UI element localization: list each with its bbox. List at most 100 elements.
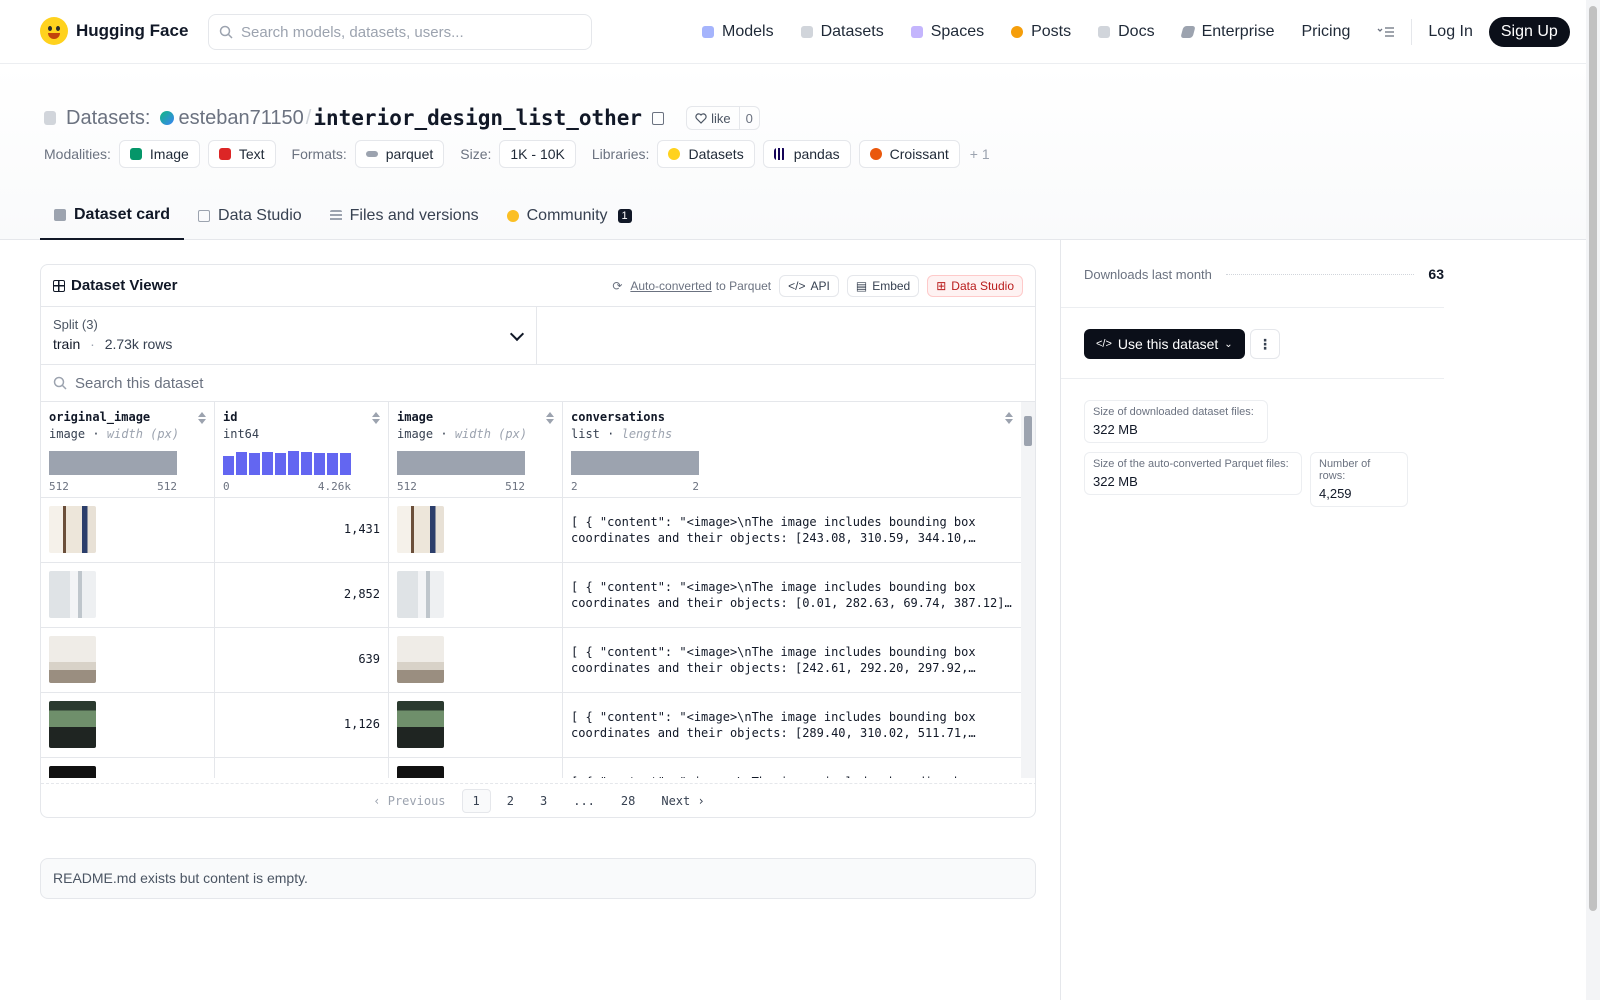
nav-datasets[interactable]: Datasets xyxy=(800,23,884,41)
nav-posts[interactable]: Posts xyxy=(1011,23,1071,41)
table-scrollbar[interactable] xyxy=(1021,402,1035,778)
histogram-bar[interactable] xyxy=(340,453,351,475)
table-row[interactable]: [ { "content": "<image>\nThe image inclu… xyxy=(41,758,1035,778)
nav-enterprise[interactable]: Enterprise xyxy=(1179,23,1274,41)
auto-converted-link[interactable]: Auto-converted xyxy=(630,279,711,293)
original-image-thumbnail[interactable] xyxy=(49,766,96,778)
nav-more-menu[interactable] xyxy=(1377,26,1395,38)
split-selector[interactable]: Split (3) train · 2.73k rows xyxy=(41,307,537,364)
copy-icon[interactable] xyxy=(652,111,665,125)
image-thumbnail[interactable] xyxy=(397,766,444,778)
histogram-bar[interactable] xyxy=(223,456,234,475)
image-cell[interactable] xyxy=(389,498,563,562)
tab-files-versions[interactable]: Files and versions xyxy=(316,192,493,240)
original-image-thumbnail[interactable] xyxy=(49,636,96,683)
login-button[interactable]: Log In xyxy=(1428,23,1472,41)
page-scrollbar[interactable] xyxy=(1586,0,1600,1000)
page-scrollbar-thumb[interactable] xyxy=(1589,6,1597,911)
tag-pandas[interactable]: pandas xyxy=(762,140,851,168)
tag-parquet[interactable]: parquet xyxy=(354,140,445,168)
tag-size[interactable]: 1K - 10K xyxy=(499,140,576,168)
kebab-icon: ⋮ xyxy=(1258,335,1272,352)
data-studio-button[interactable]: ⊞ Data Studio xyxy=(927,274,1023,297)
histogram-bar[interactable] xyxy=(249,452,260,475)
embed-button[interactable]: ▤ Embed xyxy=(846,274,920,297)
image-thumbnail[interactable] xyxy=(397,701,444,748)
conversations-cell[interactable]: [ { "content": "<image>\nThe image inclu… xyxy=(563,693,1021,757)
column-header-id[interactable]: id int64 0 4.26k xyxy=(215,402,389,497)
image-thumbnail[interactable] xyxy=(397,636,444,683)
like-action[interactable]: like xyxy=(687,107,740,129)
image-cell[interactable] xyxy=(389,758,563,778)
more-options-button[interactable]: ⋮ xyxy=(1250,329,1280,359)
sort-icon[interactable] xyxy=(372,412,380,424)
next-page-button[interactable]: Next › xyxy=(651,790,714,812)
use-dataset-button[interactable]: </> Use this dataset ⌄ xyxy=(1084,329,1245,359)
table-row[interactable]: 1,126 [ { "content": "<image>\nThe image … xyxy=(41,693,1035,758)
nav-docs[interactable]: Docs xyxy=(1098,23,1155,41)
like-button[interactable]: like 0 xyxy=(686,106,760,130)
histogram-bar[interactable] xyxy=(301,451,312,475)
image-thumbnail[interactable] xyxy=(397,506,444,553)
section-crumb[interactable]: Datasets: xyxy=(66,107,150,130)
tag-text[interactable]: Text xyxy=(207,140,276,168)
histogram-bar[interactable] xyxy=(275,452,286,475)
sort-icon[interactable] xyxy=(1005,412,1013,424)
histogram-bar[interactable] xyxy=(236,452,247,475)
tab-dataset-card[interactable]: Dataset card xyxy=(40,192,185,240)
signup-button[interactable]: Sign Up xyxy=(1488,17,1570,47)
table-row[interactable]: 1,431 [ { "content": "<image>\nThe image … xyxy=(41,498,1035,563)
page-2[interactable]: 2 xyxy=(497,790,524,812)
tag-croissant[interactable]: Croissant xyxy=(858,140,960,168)
tab-data-studio[interactable]: Data Studio xyxy=(184,192,316,240)
downloads-value: 63 xyxy=(1428,266,1444,282)
tag-datasets-lib[interactable]: Datasets xyxy=(657,140,755,168)
original-image-cell[interactable] xyxy=(41,758,215,778)
original-image-thumbnail[interactable] xyxy=(49,571,96,618)
api-button[interactable]: </> API xyxy=(779,274,839,297)
original-image-cell[interactable] xyxy=(41,563,215,627)
page-1[interactable]: 1 xyxy=(461,788,491,813)
column-header-original-image[interactable]: original_image image · width (px) 512 512 xyxy=(41,402,215,497)
histogram-bar[interactable] xyxy=(314,453,325,475)
histogram-bar[interactable] xyxy=(262,452,273,475)
sort-icon[interactable] xyxy=(546,412,554,424)
original-image-cell[interactable] xyxy=(41,628,215,692)
table-row[interactable]: 2,852 [ { "content": "<image>\nThe image … xyxy=(41,563,1035,628)
image-thumbnail[interactable] xyxy=(397,571,444,618)
more-tags[interactable]: + 1 xyxy=(970,146,990,162)
page-3[interactable]: 3 xyxy=(530,790,557,812)
tag-image[interactable]: Image xyxy=(118,140,200,168)
histogram-bar[interactable] xyxy=(327,452,338,475)
tab-community[interactable]: Community 1 xyxy=(493,192,646,240)
conversations-cell[interactable]: [ { "content": "<image>\nThe image inclu… xyxy=(563,758,1021,778)
original-image-thumbnail[interactable] xyxy=(49,701,96,748)
image-cell[interactable] xyxy=(389,628,563,692)
image-cell[interactable] xyxy=(389,693,563,757)
original-image-thumbnail[interactable] xyxy=(49,506,96,553)
brand-logo[interactable]: Hugging Face xyxy=(40,17,188,45)
nav-pricing[interactable]: Pricing xyxy=(1301,23,1350,41)
table-row[interactable]: 639 [ { "content": "<image>\nThe image in… xyxy=(41,628,1035,693)
sort-icon[interactable] xyxy=(198,412,206,424)
owner-link[interactable]: esteban71150 xyxy=(178,107,303,130)
nav-models[interactable]: Models xyxy=(702,23,774,41)
previous-page-button[interactable]: ‹ Previous xyxy=(363,790,455,812)
dataset-search-input[interactable] xyxy=(75,374,475,392)
dataset-search[interactable] xyxy=(41,365,1035,402)
table-scrollbar-thumb[interactable] xyxy=(1024,416,1032,446)
like-count[interactable]: 0 xyxy=(740,107,759,129)
nav-spaces[interactable]: Spaces xyxy=(910,23,984,41)
column-header-conversations[interactable]: conversations list · lengths 22 xyxy=(563,402,1021,497)
histogram-bar[interactable] xyxy=(288,451,299,475)
global-search[interactable] xyxy=(208,14,592,50)
conversations-cell[interactable]: [ { "content": "<image>\nThe image inclu… xyxy=(563,498,1021,562)
global-search-input[interactable] xyxy=(241,23,571,41)
original-image-cell[interactable] xyxy=(41,693,215,757)
conversations-cell[interactable]: [ { "content": "<image>\nThe image inclu… xyxy=(563,628,1021,692)
original-image-cell[interactable] xyxy=(41,498,215,562)
page-28[interactable]: 28 xyxy=(611,790,645,812)
conversations-cell[interactable]: [ { "content": "<image>\nThe image inclu… xyxy=(563,563,1021,627)
image-cell[interactable] xyxy=(389,563,563,627)
column-header-image[interactable]: image image · width (px) 512 512 xyxy=(389,402,563,497)
